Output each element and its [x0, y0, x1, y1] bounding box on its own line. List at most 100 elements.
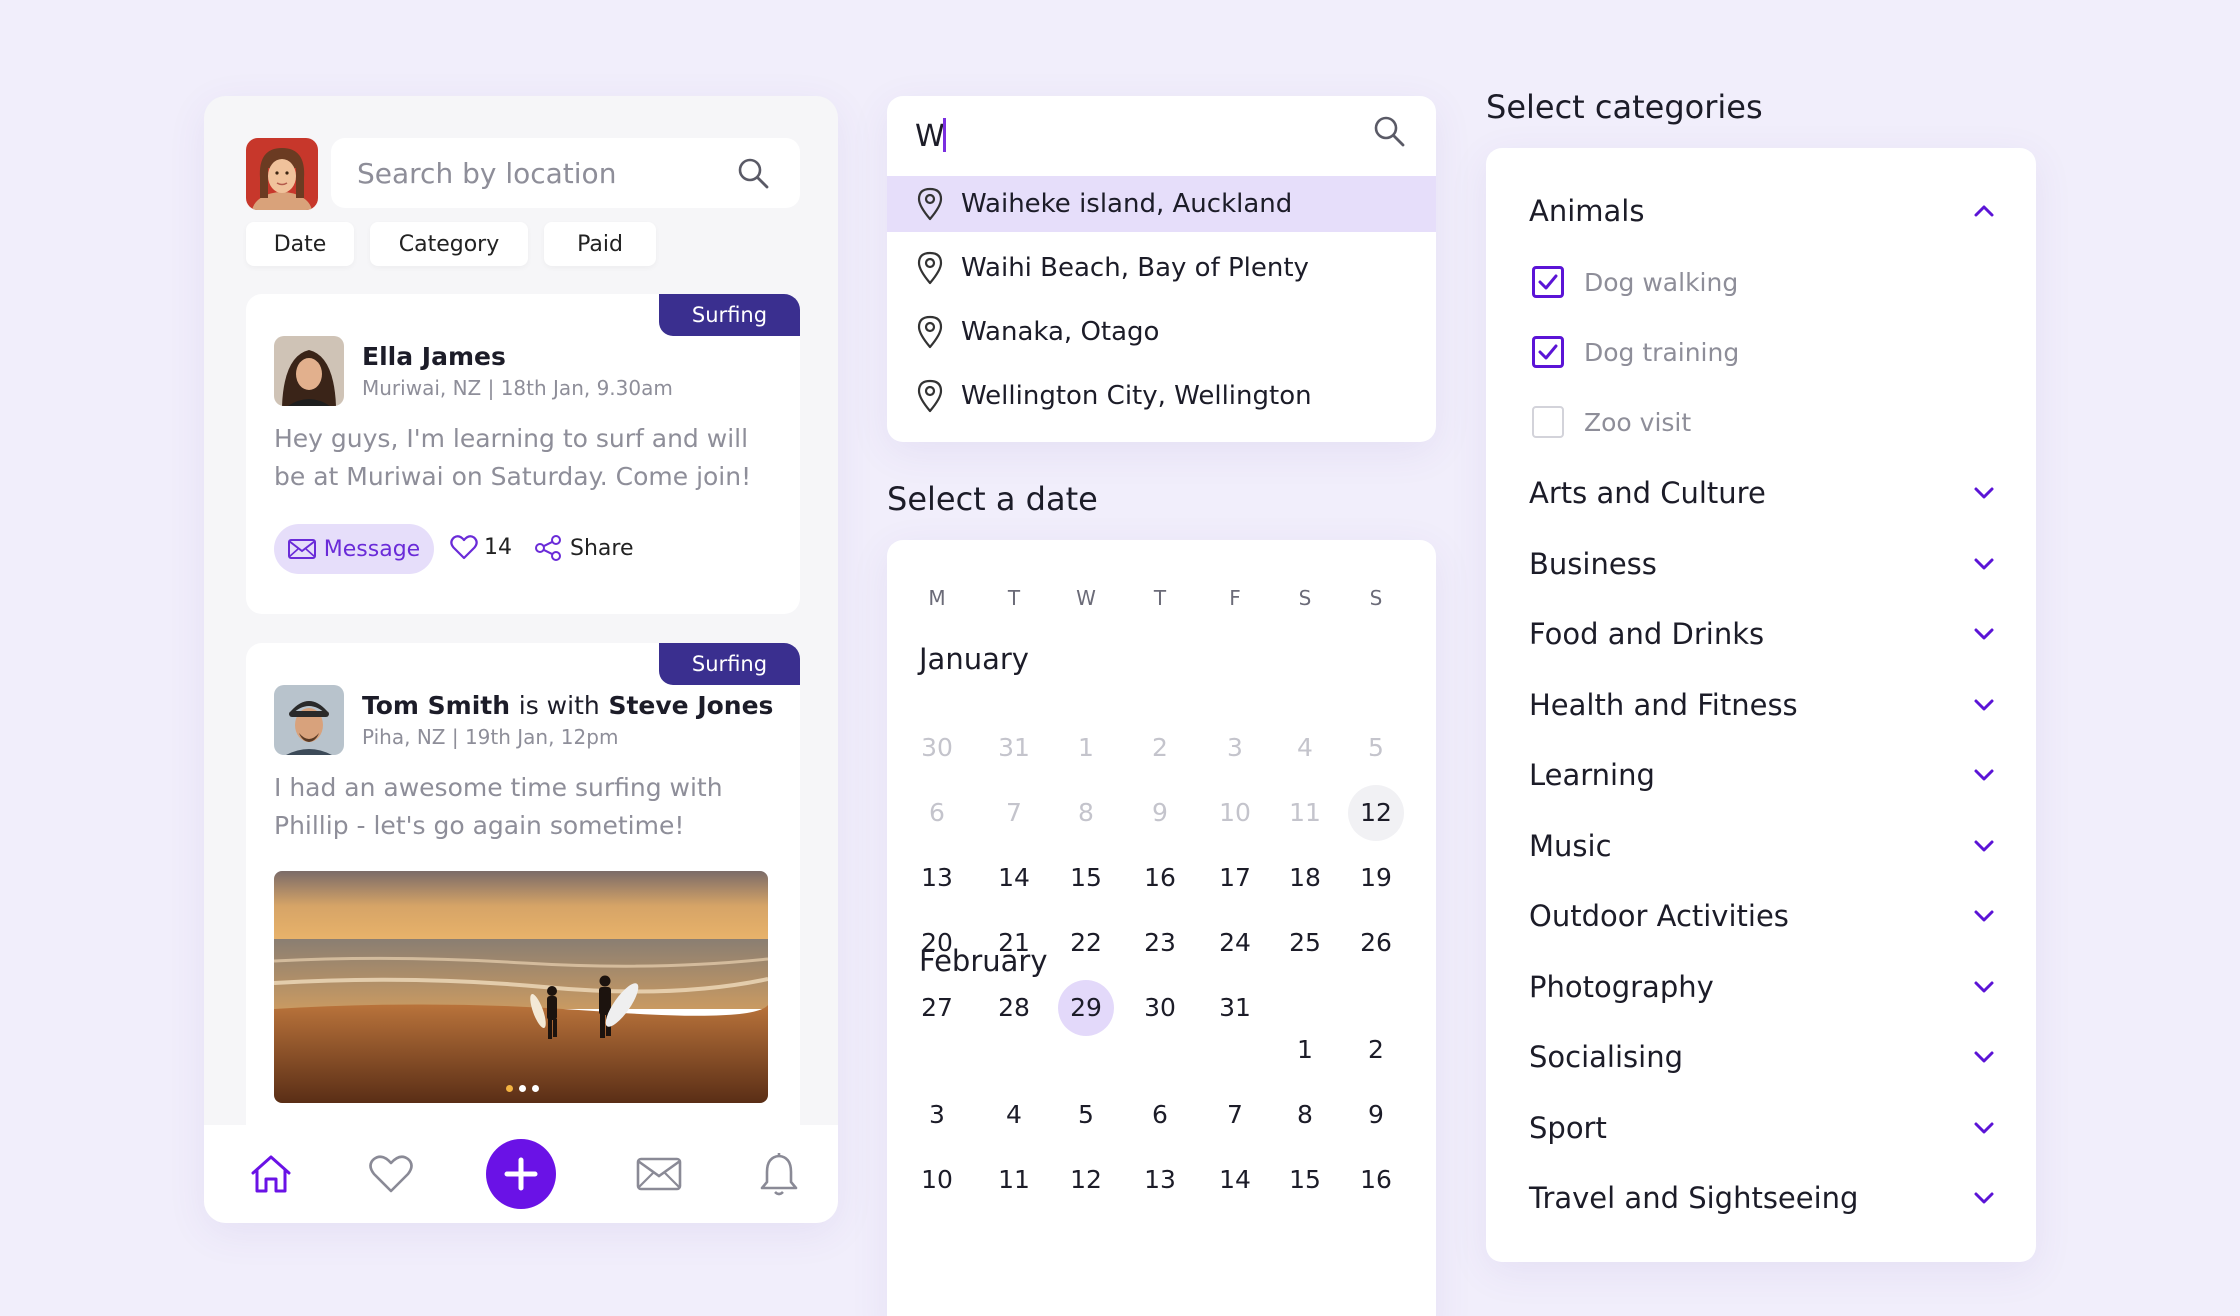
location-result[interactable]: Wanaka, Otago: [887, 304, 1436, 360]
calendar-day[interactable]: 3: [907, 1087, 967, 1143]
checkbox[interactable]: [1532, 406, 1564, 438]
calendar-day[interactable]: 31: [1205, 980, 1265, 1036]
category-item[interactable]: Socialising: [1529, 1032, 1995, 1082]
location-result[interactable]: Waiheke island, Auckland: [887, 176, 1436, 232]
category-item[interactable]: Photography: [1529, 962, 1995, 1012]
calendar-day[interactable]: 14: [1205, 1152, 1265, 1208]
calendar-day[interactable]: 24: [1205, 915, 1265, 971]
calendar-day[interactable]: 12: [1056, 1152, 1116, 1208]
calendar-day[interactable]: 10: [907, 1152, 967, 1208]
like-button[interactable]: 14: [450, 534, 512, 560]
category-item[interactable]: Arts and Culture: [1529, 468, 1995, 518]
calendar-day[interactable]: 12: [1348, 785, 1404, 841]
calendar-day[interactable]: 27: [907, 980, 967, 1036]
avatar[interactable]: [274, 685, 344, 755]
category-item[interactable]: Business: [1529, 539, 1995, 589]
calendar-day[interactable]: 26: [1346, 915, 1406, 971]
checkbox[interactable]: [1532, 336, 1564, 368]
subcategory-option[interactable]: Dog walking: [1532, 262, 1738, 302]
chevron-up-icon[interactable]: [1973, 204, 1995, 218]
calendar-day[interactable]: 7: [1205, 1087, 1265, 1143]
post-photo[interactable]: [274, 871, 768, 1103]
chevron-down-icon[interactable]: [1973, 768, 1995, 782]
calendar-day[interactable]: 30: [1130, 980, 1190, 1036]
chevron-down-icon[interactable]: [1973, 557, 1995, 571]
carousel-dots[interactable]: [506, 1085, 539, 1092]
location-search-input[interactable]: [331, 138, 800, 208]
category-item[interactable]: Outdoor Activities: [1529, 891, 1995, 941]
share-button[interactable]: Share: [534, 534, 634, 562]
calendar-day[interactable]: 22: [1056, 915, 1116, 971]
chevron-down-icon[interactable]: [1973, 486, 1995, 500]
chevron-down-icon[interactable]: [1973, 1191, 1995, 1205]
calendar-day[interactable]: 1: [1275, 1022, 1335, 1078]
plus-icon: [504, 1157, 538, 1191]
calendar-day[interactable]: 15: [1056, 850, 1116, 906]
chevron-down-icon[interactable]: [1973, 698, 1995, 712]
checkbox[interactable]: [1532, 266, 1564, 298]
user-avatar[interactable]: [246, 138, 318, 210]
filter-date[interactable]: Date: [246, 222, 354, 266]
calendar-day[interactable]: 2: [1346, 1022, 1406, 1078]
calendar-day[interactable]: 18: [1275, 850, 1335, 906]
calendar-day[interactable]: 13: [1130, 1152, 1190, 1208]
calendar-day[interactable]: 25: [1275, 915, 1335, 971]
chevron-down-icon[interactable]: [1973, 1121, 1995, 1135]
heart-icon[interactable]: [360, 1125, 422, 1223]
calendar-day[interactable]: 28: [984, 980, 1044, 1036]
category-label: Animals: [1529, 194, 1645, 228]
calendar-day[interactable]: 13: [907, 850, 967, 906]
carousel-dot[interactable]: [506, 1085, 513, 1092]
mail-icon[interactable]: [628, 1125, 690, 1223]
calendar-day[interactable]: 29: [1058, 980, 1114, 1036]
category-item[interactable]: Sport: [1529, 1103, 1995, 1153]
calendar-day[interactable]: 15: [1275, 1152, 1335, 1208]
location-result[interactable]: Waihi Beach, Bay of Plenty: [887, 240, 1436, 296]
chevron-down-icon[interactable]: [1973, 980, 1995, 994]
calendar-day[interactable]: 23: [1130, 915, 1190, 971]
category-item[interactable]: Health and Fitness: [1529, 680, 1995, 730]
home-icon[interactable]: [240, 1125, 302, 1223]
calendar-day[interactable]: 11: [984, 1152, 1044, 1208]
calendar-day[interactable]: 8: [1275, 1087, 1335, 1143]
chevron-down-icon[interactable]: [1973, 909, 1995, 923]
category-item[interactable]: Travel and Sightseeing: [1529, 1173, 1995, 1223]
create-post-button[interactable]: [486, 1139, 556, 1209]
filter-category[interactable]: Category: [370, 222, 528, 266]
avatar[interactable]: [274, 336, 344, 406]
calendar-day[interactable]: 16: [1130, 850, 1190, 906]
calendar-day[interactable]: 17: [1205, 850, 1265, 906]
category-item[interactable]: Music: [1529, 821, 1995, 871]
chevron-down-icon[interactable]: [1973, 839, 1995, 853]
category-item[interactable]: Learning: [1529, 750, 1995, 800]
calendar-day[interactable]: 4: [984, 1087, 1044, 1143]
category-item[interactable]: Food and Drinks: [1529, 609, 1995, 659]
calendar-day[interactable]: 19: [1346, 850, 1406, 906]
post-author[interactable]: Tom Smith is with Steve Jones: [362, 691, 773, 720]
author-name[interactable]: Tom Smith: [362, 691, 510, 720]
message-button[interactable]: Message: [274, 524, 434, 574]
search-icon[interactable]: [1372, 114, 1406, 152]
location-result[interactable]: Wellington City, Wellington: [887, 368, 1436, 424]
subcategory-option[interactable]: Zoo visit: [1532, 402, 1691, 442]
calendar-day[interactable]: 14: [984, 850, 1044, 906]
chevron-down-icon[interactable]: [1973, 1050, 1995, 1064]
calendar-day[interactable]: 9: [1346, 1087, 1406, 1143]
calendar-day[interactable]: 5: [1056, 1087, 1116, 1143]
location-result-label: Wanaka, Otago: [961, 317, 1160, 347]
search-icon[interactable]: [736, 156, 770, 194]
subcategory-option[interactable]: Dog training: [1532, 332, 1739, 372]
tagged-name[interactable]: Steve Jones: [608, 691, 773, 720]
location-query-input[interactable]: [915, 106, 1335, 166]
carousel-dot[interactable]: [532, 1085, 539, 1092]
location-search-box[interactable]: [331, 138, 800, 208]
carousel-dot[interactable]: [519, 1085, 526, 1092]
filter-paid[interactable]: Paid: [544, 222, 656, 266]
bell-icon[interactable]: [748, 1125, 810, 1223]
category-label: Arts and Culture: [1529, 476, 1766, 510]
chevron-down-icon[interactable]: [1973, 627, 1995, 641]
calendar-day[interactable]: 16: [1346, 1152, 1406, 1208]
calendar-day[interactable]: 6: [1130, 1087, 1190, 1143]
post-author[interactable]: Ella James: [362, 342, 506, 371]
category-animals[interactable]: Animals: [1529, 186, 1995, 236]
